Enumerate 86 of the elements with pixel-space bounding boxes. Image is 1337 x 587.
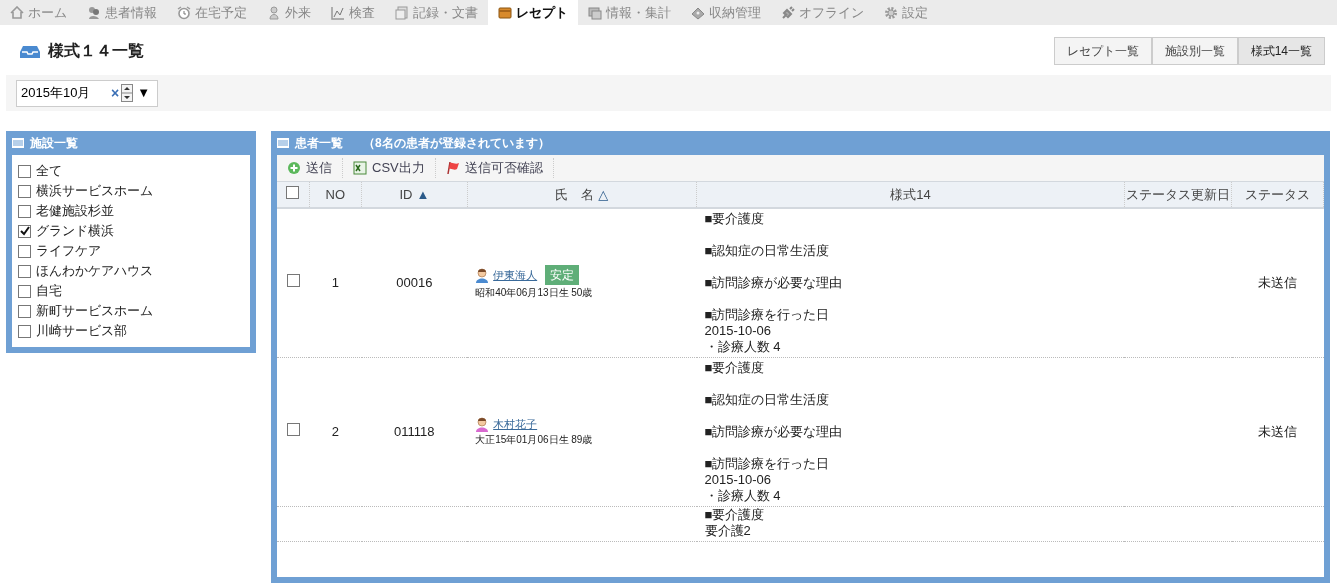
form-item-heading: ■要介護度 bbox=[704, 210, 766, 227]
checkbox[interactable] bbox=[18, 284, 31, 298]
sort-indicator[interactable]: ▲ bbox=[416, 186, 430, 202]
toolbar-button[interactable]: 送信可否確認 bbox=[435, 158, 554, 178]
spreadsheet-icon bbox=[353, 161, 367, 175]
checkbox[interactable] bbox=[18, 264, 31, 278]
person-icon bbox=[475, 267, 490, 283]
facility-label: グランド横浜 bbox=[36, 222, 114, 240]
form-item-heading: ■訪問診療を行った日 bbox=[704, 455, 831, 472]
gear-icon bbox=[884, 5, 898, 20]
folder-icon bbox=[498, 5, 512, 20]
inbox-icon bbox=[20, 44, 40, 58]
clear-button[interactable]: × bbox=[111, 82, 120, 104]
document-icon bbox=[395, 5, 409, 20]
patient-name-link[interactable]: 木村花子 bbox=[493, 415, 538, 433]
dropdown-button[interactable]: ▼ bbox=[135, 83, 153, 103]
check-icon bbox=[19, 226, 30, 236]
nav-tab[interactable]: レセプト bbox=[488, 0, 578, 25]
person-icon bbox=[475, 416, 490, 432]
checkbox[interactable] bbox=[18, 184, 31, 198]
clock-icon bbox=[177, 5, 191, 20]
facility-label: 川崎サービス部 bbox=[36, 322, 127, 340]
checkbox[interactable] bbox=[18, 244, 31, 258]
checkbox[interactable] bbox=[286, 422, 300, 436]
house-icon bbox=[10, 5, 24, 20]
page-title: 様式１４一覧 bbox=[48, 41, 144, 61]
patient-count: （8名の患者が登録されています） bbox=[363, 135, 550, 152]
checkbox[interactable] bbox=[286, 273, 300, 287]
checkbox[interactable] bbox=[18, 324, 31, 338]
patient-name-link[interactable]: 伊東海人 bbox=[493, 266, 538, 284]
view-button[interactable]: レセプト一覧 bbox=[1053, 37, 1152, 65]
checkbox[interactable] bbox=[18, 224, 31, 238]
chart-icon bbox=[331, 5, 345, 20]
status-text: 未送信 bbox=[1258, 274, 1298, 290]
people-icon bbox=[87, 5, 101, 20]
checkbox[interactable] bbox=[18, 204, 31, 218]
form-item-value: ・診療人数 4 bbox=[704, 487, 782, 504]
sort-indicator[interactable]: △ bbox=[598, 186, 609, 202]
birth-date: 昭和40年06月13日生 50歳 bbox=[475, 286, 594, 300]
form-item-value: 2015-10-06 bbox=[704, 322, 773, 339]
form-item-heading: ■訪問診療が必要な理由 bbox=[704, 274, 844, 291]
status-badge: 安定 bbox=[545, 265, 580, 285]
month-field[interactable]: 2015年10月 × ▼ bbox=[16, 79, 158, 107]
plug-icon bbox=[781, 5, 795, 20]
status-text: 未送信 bbox=[1258, 423, 1298, 439]
list-icon bbox=[277, 138, 289, 148]
form-item-value: ・診療人数 4 bbox=[704, 338, 782, 355]
panel-title: 患者一覧 bbox=[295, 135, 343, 152]
form-item-heading: ■要介護度 bbox=[704, 359, 766, 376]
form-item-heading: ■訪問診療を行った日 bbox=[704, 306, 831, 323]
spinner-icon[interactable] bbox=[121, 84, 134, 102]
toolbar-button[interactable]: CSV出力 bbox=[343, 158, 436, 178]
facility-label: ほんわかケアハウス bbox=[36, 262, 153, 280]
form-item-heading: ■認知症の日常生活度 bbox=[704, 242, 831, 259]
facility-label: 新町サービスホーム bbox=[36, 302, 153, 320]
checkbox[interactable] bbox=[18, 304, 31, 318]
ticket-icon bbox=[691, 5, 705, 20]
column-header[interactable]: 氏 名 bbox=[555, 186, 595, 202]
facility-label: ライフケア bbox=[36, 242, 101, 260]
form-item-heading: ■要介護度 bbox=[704, 506, 766, 523]
facility-label: 横浜サービスホーム bbox=[36, 182, 153, 200]
row-number: 1 bbox=[331, 274, 339, 290]
checkbox[interactable] bbox=[18, 164, 31, 178]
form-item-value: 要介護2 bbox=[704, 522, 752, 539]
facility-label: 老健施設杉並 bbox=[36, 202, 114, 220]
form-item-heading: ■訪問診療が必要な理由 bbox=[704, 423, 844, 440]
toolbar-button[interactable]: 送信 bbox=[277, 158, 343, 178]
column-header[interactable]: ID bbox=[399, 186, 413, 202]
row-number: 2 bbox=[331, 423, 339, 439]
list-icon bbox=[12, 138, 24, 148]
birth-date: 大正15年01月06日生 89歳 bbox=[475, 433, 594, 448]
facility-label: 全て bbox=[36, 162, 62, 180]
view-button[interactable]: 様式14一覧 bbox=[1237, 37, 1325, 65]
facility-label: 自宅 bbox=[36, 282, 62, 300]
plus-icon bbox=[287, 161, 301, 175]
column-header[interactable]: 様式14 bbox=[890, 186, 931, 202]
person-icon bbox=[267, 5, 281, 20]
patient-id: 00016 bbox=[396, 274, 433, 290]
monitor-icon bbox=[588, 5, 602, 20]
patient-id: 011118 bbox=[394, 423, 435, 439]
select-all-checkbox[interactable] bbox=[286, 185, 300, 199]
flag-icon bbox=[445, 161, 460, 175]
panel-title: 施設一覧 bbox=[30, 135, 78, 152]
form-item-value: 2015-10-06 bbox=[704, 471, 773, 488]
form-item-heading: ■認知症の日常生活度 bbox=[704, 391, 831, 408]
view-button[interactable]: 施設別一覧 bbox=[1151, 37, 1238, 65]
